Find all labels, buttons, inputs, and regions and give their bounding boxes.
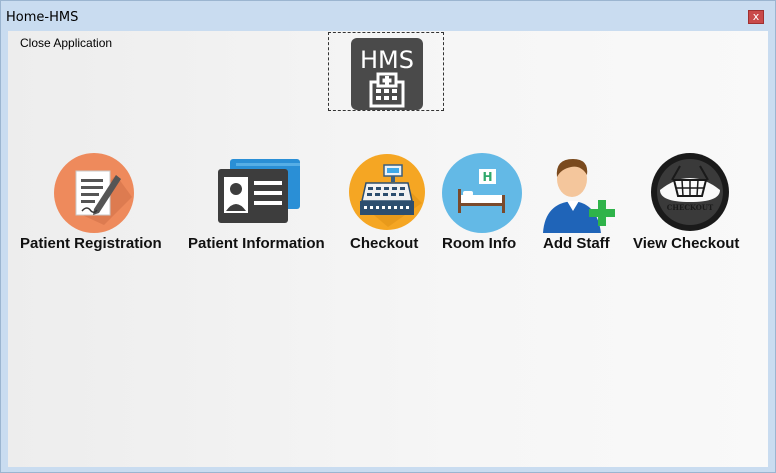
- id-card-icon: [218, 159, 300, 223]
- checkout-tile[interactable]: Checkout: [348, 151, 428, 256]
- add-staff-tile[interactable]: Add Staff: [541, 149, 631, 256]
- patient-registration-label: Patient Registration: [20, 235, 162, 252]
- room-info-label: Room Info: [442, 235, 517, 252]
- patient-information-label: Patient Information: [188, 235, 325, 252]
- cash-register-icon: [349, 154, 425, 230]
- hospital-building-icon: HMS: [351, 38, 423, 110]
- add-user-icon: [543, 159, 615, 233]
- window-close-button[interactable]: x: [748, 10, 764, 24]
- add-staff-label: Add Staff: [543, 235, 610, 252]
- main-window: Home-HMS x Close Application HMS Patient…: [0, 0, 776, 473]
- room-info-tile[interactable]: H Room Info: [441, 151, 526, 256]
- patient-information-tile[interactable]: Patient Information: [188, 151, 338, 256]
- svg-text:CHECKOUT: CHECKOUT: [667, 203, 714, 212]
- patient-registration-tile[interactable]: Patient Registration: [20, 151, 170, 256]
- close-application-menu-item[interactable]: Close Application: [20, 36, 112, 50]
- hospital-bed-icon: H: [442, 153, 522, 233]
- checkout-label: Checkout: [350, 235, 419, 252]
- patient-registration-icon: [54, 153, 134, 233]
- window-title: Home-HMS: [6, 10, 79, 25]
- view-checkout-label: View Checkout: [633, 235, 740, 252]
- hms-logo: HMS: [328, 32, 444, 111]
- checkout-basket-icon: CHECKOUT: [651, 153, 729, 231]
- logo-text: HMS: [360, 46, 414, 74]
- view-checkout-tile[interactable]: CHECKOUT View Checkout: [633, 151, 763, 256]
- svg-text:H: H: [482, 170, 492, 184]
- title-bar: Home-HMS x: [1, 1, 775, 29]
- client-area: Close Application HMS Patient Registrati…: [8, 31, 768, 467]
